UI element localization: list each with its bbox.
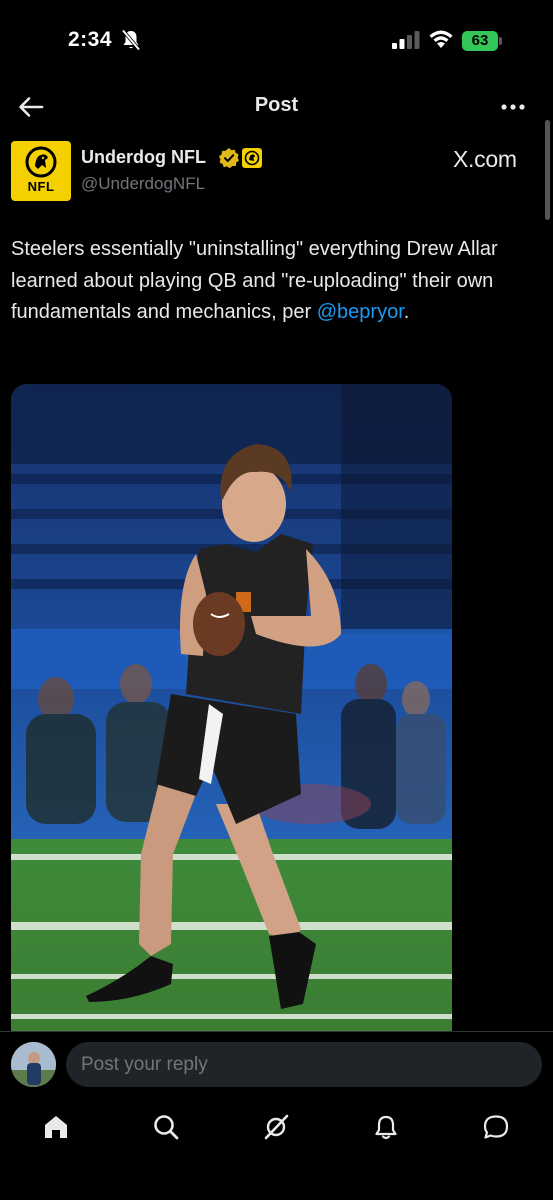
nav-grok[interactable]: [256, 1109, 296, 1145]
page-title: Post: [254, 94, 299, 116]
home-icon: [45, 1116, 67, 1138]
reply-input[interactable]: Post your reply: [66, 1042, 542, 1087]
message-bubble-icon: [483, 1115, 509, 1139]
dog-logo-icon: [25, 146, 57, 178]
source-label: X.com: [453, 146, 517, 172]
battery-level: 63: [462, 31, 498, 51]
bell-icon: [375, 1115, 397, 1140]
avatar-logo-text: NFL: [27, 179, 55, 194]
tweet-text: Steelers essentially "uninstalling" ever…: [11, 234, 531, 329]
battery-icon: 63: [462, 31, 502, 51]
status-bar: 2:34 63: [0, 0, 553, 80]
author-name[interactable]: Underdog NFL: [81, 147, 206, 168]
more-dots-icon: [501, 104, 525, 110]
nav-home[interactable]: [36, 1109, 76, 1145]
verified-badge-icon: [219, 148, 239, 169]
tweet-photo[interactable]: [11, 384, 452, 1031]
more-options-button[interactable]: [494, 90, 532, 124]
search-icon: [154, 1115, 179, 1140]
bottom-nav: [0, 1099, 553, 1200]
tweet-body: Steelers essentially "uninstalling" ever…: [11, 238, 498, 323]
wifi-icon: [429, 30, 453, 48]
nav-messages[interactable]: [476, 1109, 516, 1145]
bell-muted-icon: [121, 29, 141, 51]
affiliate-badge-icon: [242, 148, 262, 168]
mention-link[interactable]: @bepryor: [317, 301, 404, 323]
cell-signal-icon: [392, 31, 420, 49]
nav-notifications[interactable]: [366, 1109, 406, 1145]
author-handle[interactable]: @UnderdogNFL: [81, 174, 205, 194]
post-header: Post: [0, 80, 553, 132]
nav-search[interactable]: [146, 1109, 186, 1145]
reply-bar: Post your reply: [0, 1031, 553, 1099]
author-avatar[interactable]: NFL: [11, 141, 71, 201]
tweet-suffix: .: [403, 301, 410, 323]
battery-cap: [499, 37, 502, 45]
grok-icon: [264, 1114, 289, 1140]
user-avatar[interactable]: [11, 1042, 56, 1087]
scrollbar[interactable]: [545, 120, 550, 220]
status-time: 2:34: [68, 28, 113, 51]
